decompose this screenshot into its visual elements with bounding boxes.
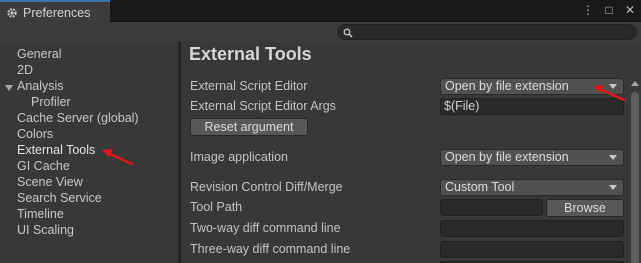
reset-argument-button[interactable]: Reset argument	[190, 118, 308, 136]
preferences-tab[interactable]: Preferences	[0, 0, 110, 23]
three-way-diff-field[interactable]	[440, 241, 624, 258]
settings-panel: External Tools External Script Editor Op…	[181, 42, 641, 263]
sidebar-item-2d[interactable]: 2D	[17, 62, 33, 78]
script-editor-args-field[interactable]: $(File)	[440, 98, 624, 115]
sidebar-item-scene-view[interactable]: Scene View	[17, 174, 83, 190]
sidebar-item-external-tools[interactable]: External Tools	[17, 142, 95, 158]
revision-diff-label: Revision Control Diff/Merge	[190, 180, 343, 194]
script-editor-value: Open by file extension	[445, 79, 569, 93]
search-bar	[0, 22, 641, 42]
two-way-diff-field[interactable]	[440, 220, 624, 237]
scroll-up-icon[interactable]	[631, 81, 639, 86]
browse-button[interactable]: Browse	[546, 199, 624, 217]
gear-icon	[6, 7, 18, 19]
chevron-down-icon	[609, 84, 617, 89]
tool-path-field[interactable]	[440, 199, 543, 216]
script-editor-args-label: External Script Editor Args	[190, 99, 336, 113]
preferences-sidebar: General 2D Analysis Profiler Cache Serve…	[0, 42, 178, 263]
three-way-diff-label: Three-way diff command line	[190, 242, 351, 256]
image-application-value: Open by file extension	[445, 150, 569, 164]
image-application-dropdown[interactable]: Open by file extension	[440, 149, 624, 166]
chevron-down-icon	[609, 185, 617, 190]
tool-path-label: Tool Path	[190, 200, 243, 214]
sidebar-item-colors[interactable]: Colors	[17, 126, 53, 142]
script-editor-label: External Script Editor	[190, 79, 308, 93]
window-titlebar: Preferences ⋮ □ ✕	[0, 0, 641, 23]
more-options-icon[interactable]: ⋮	[581, 3, 595, 17]
sidebar-item-ui-scaling[interactable]: UI Scaling	[17, 222, 74, 238]
image-application-label: Image application	[190, 150, 288, 164]
script-editor-args-value: $(File)	[444, 99, 480, 113]
sidebar-item-gi-cache[interactable]: GI Cache	[17, 158, 70, 174]
two-way-diff-label: Two-way diff command line	[190, 221, 341, 235]
sidebar-item-cache-server[interactable]: Cache Server (global)	[17, 110, 139, 126]
sidebar-item-analysis[interactable]: Analysis	[17, 78, 64, 94]
search-icon	[343, 27, 353, 38]
close-icon[interactable]: ✕	[623, 3, 637, 17]
sidebar-item-timeline[interactable]: Timeline	[17, 206, 64, 222]
window-title: Preferences	[23, 5, 91, 20]
foldout-triangle-icon[interactable]	[4, 82, 14, 92]
revision-diff-dropdown[interactable]: Custom Tool	[440, 179, 624, 196]
sidebar-item-profiler[interactable]: Profiler	[31, 94, 71, 110]
script-editor-dropdown[interactable]: Open by file extension	[440, 78, 624, 95]
search-input[interactable]	[337, 24, 637, 40]
maximize-icon[interactable]: □	[602, 3, 616, 17]
scroll-thumb[interactable]	[631, 92, 639, 263]
chevron-down-icon	[609, 155, 617, 160]
page-title: External Tools	[189, 44, 312, 64]
sidebar-item-search-service[interactable]: Search Service	[17, 190, 102, 206]
sidebar-item-general[interactable]: General	[17, 46, 61, 62]
vertical-scrollbar[interactable]	[628, 78, 641, 263]
revision-diff-value: Custom Tool	[445, 180, 515, 194]
